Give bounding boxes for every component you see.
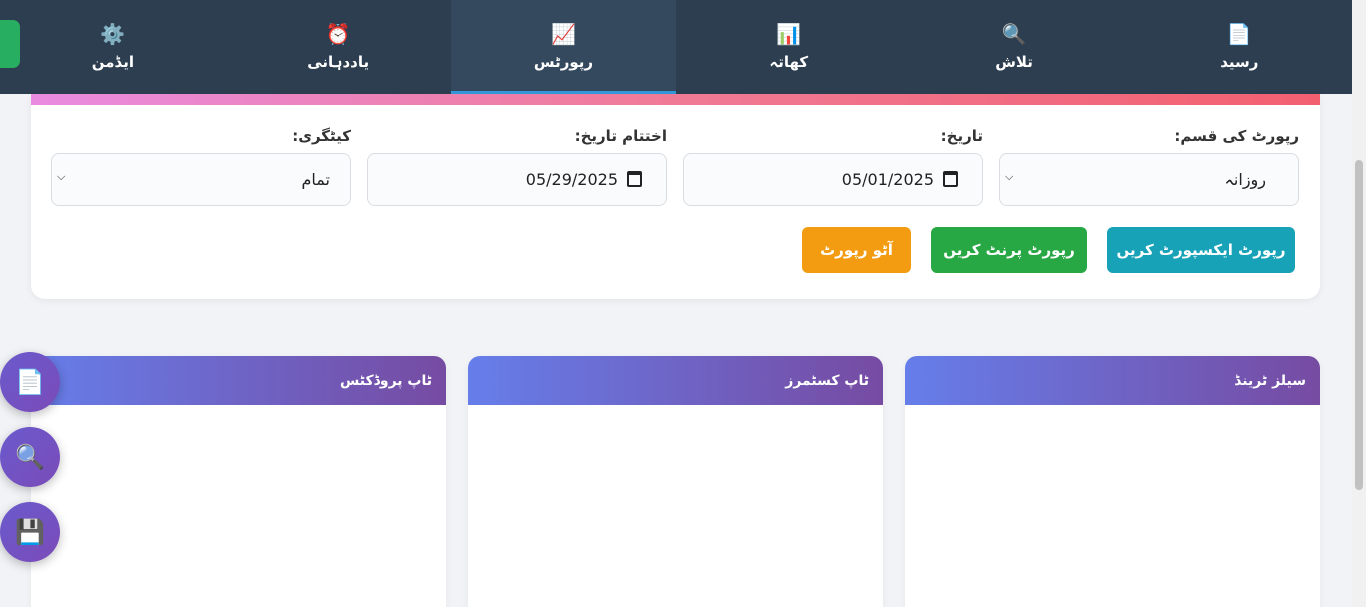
alarm-clock-icon: ⏰ bbox=[325, 22, 351, 46]
scrollbar-thumb[interactable] bbox=[1355, 160, 1363, 490]
print-report-button[interactable]: رپورٹ پرنٹ کریں bbox=[931, 227, 1087, 273]
report-type-label: رپورٹ کی قسم: bbox=[1174, 127, 1299, 145]
nav-reports-label: رپورٹس bbox=[533, 53, 594, 71]
end-date-input[interactable]: 05/29/2025 bbox=[367, 153, 667, 206]
search-icon: 🔍 bbox=[15, 443, 45, 471]
report-type-field: رپورٹ کی قسم: روزانہ ⌵ bbox=[999, 127, 1299, 206]
date-value: 05/01/2025 bbox=[841, 170, 934, 189]
fab-search-button[interactable]: 🔍 bbox=[0, 427, 60, 487]
calendar-icon[interactable] bbox=[627, 171, 642, 187]
report-type-value: روزانہ bbox=[1224, 170, 1266, 189]
nav-reminders-label: یاددہانی bbox=[307, 53, 370, 71]
top-nav: 📄 رسید 🔍 تلاش 📊 کھاتہ 📈 رپورٹس ⏰ یاددہان… bbox=[0, 0, 1352, 94]
top-customers-panel: ٹاپ کسٹمرز bbox=[468, 356, 883, 607]
receipt-icon: 📄 bbox=[1226, 22, 1252, 46]
chevron-down-icon: ⌵ bbox=[57, 170, 66, 183]
report-type-select[interactable]: روزانہ ⌵ bbox=[999, 153, 1299, 206]
nav-receipt-label: رسید bbox=[1220, 53, 1259, 71]
date-field: تاریخ: 05/01/2025 bbox=[683, 127, 983, 206]
category-field: کیٹگری: تمام ⌵ bbox=[51, 127, 351, 206]
auto-report-button[interactable]: آٹو رپورٹ bbox=[802, 227, 911, 273]
end-date-label: اختتام تاریخ: bbox=[574, 127, 667, 145]
trend-chart-icon: 📈 bbox=[551, 22, 576, 46]
side-toggle-tab[interactable] bbox=[0, 20, 20, 68]
top-products-title: ٹاپ پروڈکٹس bbox=[31, 356, 446, 405]
category-value: تمام bbox=[301, 170, 330, 189]
end-date-field: اختتام تاریخ: 05/29/2025 bbox=[367, 127, 667, 206]
nav-reminders[interactable]: ⏰ یاددہانی bbox=[226, 0, 451, 94]
gear-icon: ⚙️ bbox=[100, 22, 126, 46]
top-customers-title: ٹاپ کسٹمرز bbox=[468, 356, 883, 405]
nav-admin-label: ایڈمن bbox=[91, 53, 134, 71]
date-input[interactable]: 05/01/2025 bbox=[683, 153, 983, 206]
sales-trend-panel: سیلز ٹرینڈ bbox=[905, 356, 1320, 607]
nav-reports[interactable]: 📈 رپورٹس bbox=[450, 0, 677, 94]
save-icon: 💾 bbox=[15, 518, 45, 546]
nav-search[interactable]: 🔍 تلاش bbox=[901, 0, 1126, 94]
end-date-value: 05/29/2025 bbox=[525, 170, 618, 189]
date-label: تاریخ: bbox=[940, 127, 983, 145]
nav-receipt[interactable]: 📄 رسید bbox=[1127, 0, 1352, 94]
nav-ledger[interactable]: 📊 کھاتہ bbox=[676, 0, 901, 94]
nav-admin[interactable]: ⚙️ ایڈمن bbox=[0, 0, 225, 94]
search-icon: 🔍 bbox=[1001, 22, 1027, 46]
category-select[interactable]: تمام ⌵ bbox=[51, 153, 351, 206]
export-report-button[interactable]: رپورٹ ایکسپورٹ کریں bbox=[1107, 227, 1295, 273]
nav-ledger-label: کھاتہ bbox=[769, 53, 809, 71]
report-filter-card: رپورٹ کی قسم: روزانہ ⌵ تاریخ: 05/01/2025… bbox=[31, 94, 1320, 299]
top-products-panel: ٹاپ پروڈکٹس bbox=[31, 356, 446, 607]
nav-search-label: تلاش bbox=[995, 53, 1033, 71]
fab-receipt-button[interactable]: 📄 bbox=[0, 352, 60, 412]
fab-save-button[interactable]: 💾 bbox=[0, 502, 60, 562]
chart-icon: 📊 bbox=[776, 22, 802, 46]
category-label: کیٹگری: bbox=[292, 127, 351, 145]
calendar-icon[interactable] bbox=[943, 171, 958, 187]
page-scrollbar[interactable] bbox=[1352, 0, 1366, 607]
gradient-strip bbox=[31, 94, 1320, 105]
sales-trend-title: سیلز ٹرینڈ bbox=[905, 356, 1320, 405]
receipt-icon: 📄 bbox=[15, 368, 45, 396]
chevron-down-icon: ⌵ bbox=[1005, 170, 1014, 183]
